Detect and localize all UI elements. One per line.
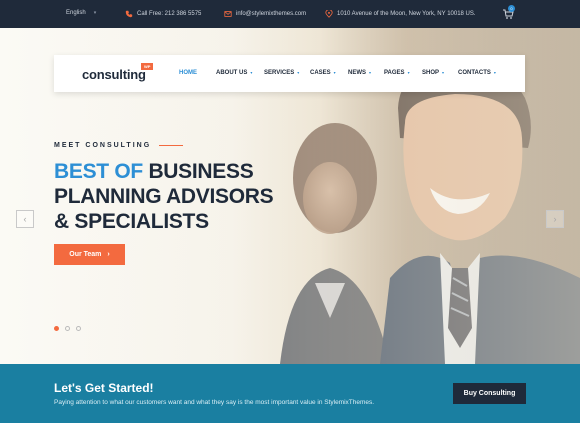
- nav-pages[interactable]: PAGES ▾: [384, 70, 410, 76]
- nav-label: CONTACTS: [458, 70, 491, 76]
- map-pin-icon: [325, 10, 333, 18]
- email-info[interactable]: info@stylemixthemes.com: [224, 10, 306, 18]
- language-selector[interactable]: English ▾: [66, 10, 96, 16]
- nav-home[interactable]: HOME: [179, 70, 197, 76]
- main-navbar: consulting WP HOME ABOUT US ▾ SERVICES ▾ C…: [54, 55, 525, 92]
- chevron-down-icon: ▾: [297, 70, 300, 75]
- hero-kicker: MEET CONSULTING: [54, 142, 152, 149]
- kicker-divider: [159, 145, 183, 146]
- logo-badge: WP: [141, 63, 154, 70]
- nav-label: SHOP: [422, 70, 440, 76]
- nav-contacts[interactable]: CONTACTS ▾: [458, 70, 496, 76]
- slider-next-button[interactable]: ›: [546, 210, 564, 228]
- address-text: 1010 Avenue of the Moon, New York, NY 10…: [337, 11, 476, 17]
- chevron-left-icon: ‹: [23, 214, 27, 224]
- nav-shop[interactable]: SHOP ▾: [422, 70, 444, 76]
- chevron-down-icon: ▾: [493, 70, 496, 75]
- headline-line-1: BUSINESS: [142, 160, 254, 183]
- nav-services[interactable]: SERVICES ▾: [264, 70, 299, 76]
- hero-headline: BEST OF BUSINESS PLANNING ADVISORS & SPE…: [54, 159, 284, 234]
- chevron-down-icon: ▾: [250, 70, 253, 75]
- nav-label: HOME: [179, 70, 197, 76]
- band-title: Let's Get Started!: [54, 381, 154, 395]
- chevron-down-icon: ▾: [93, 10, 97, 16]
- nav-label: CASES: [310, 70, 331, 76]
- cta-label: Our Team: [69, 251, 102, 258]
- nav-news[interactable]: NEWS ▾: [348, 70, 371, 76]
- phone-text: Call Free: 212 386 5575: [137, 11, 202, 17]
- cta-band: Let's Get Started! Paying attention to w…: [0, 364, 580, 423]
- site-logo[interactable]: consulting: [82, 67, 146, 82]
- chevron-down-icon: ▾: [442, 70, 445, 75]
- chevron-down-icon: ▾: [333, 70, 336, 75]
- top-bar: English ▾ Call Free: 212 386 5575 info@st…: [0, 0, 580, 28]
- chevron-down-icon: ▾: [407, 70, 410, 75]
- slider-pagination: [54, 326, 87, 331]
- nav-label: NEWS: [348, 70, 366, 76]
- envelope-icon: [224, 11, 232, 17]
- nav-about-us[interactable]: ABOUT US ▾: [216, 70, 252, 76]
- address-info: 1010 Avenue of the Moon, New York, NY 10…: [325, 10, 476, 18]
- nav-label: PAGES: [384, 70, 405, 76]
- headline-line-3: & SPECIALISTS: [54, 210, 209, 233]
- phone-icon: [125, 10, 133, 18]
- slider-prev-button[interactable]: ‹: [16, 210, 34, 228]
- chevron-right-icon: ›: [553, 214, 557, 224]
- slider-dot[interactable]: [54, 326, 59, 331]
- slider-dot[interactable]: [65, 326, 70, 331]
- chevron-right-icon: ›: [107, 251, 110, 258]
- chevron-down-icon: ▾: [369, 70, 372, 75]
- email-text: info@stylemixthemes.com: [236, 11, 307, 17]
- nav-label: ABOUT US: [216, 70, 248, 76]
- cart-count-badge: 0: [508, 5, 515, 12]
- band-text: Paying attention to what our customers w…: [54, 399, 375, 406]
- language-label: English: [66, 10, 86, 16]
- nav-cases[interactable]: CASES ▾: [310, 70, 336, 76]
- buy-consulting-button[interactable]: Buy Consulting: [453, 383, 526, 404]
- headline-line-2: PLANNING ADVISORS: [54, 185, 274, 208]
- our-team-button[interactable]: Our Team ›: [54, 244, 125, 265]
- hero-slider: consulting WP HOME ABOUT US ▾ SERVICES ▾ C…: [0, 28, 580, 364]
- phone-info: Call Free: 212 386 5575: [125, 10, 201, 18]
- headline-highlight: BEST OF: [54, 160, 143, 183]
- slider-dot[interactable]: [76, 326, 81, 331]
- nav-label: SERVICES: [264, 70, 295, 76]
